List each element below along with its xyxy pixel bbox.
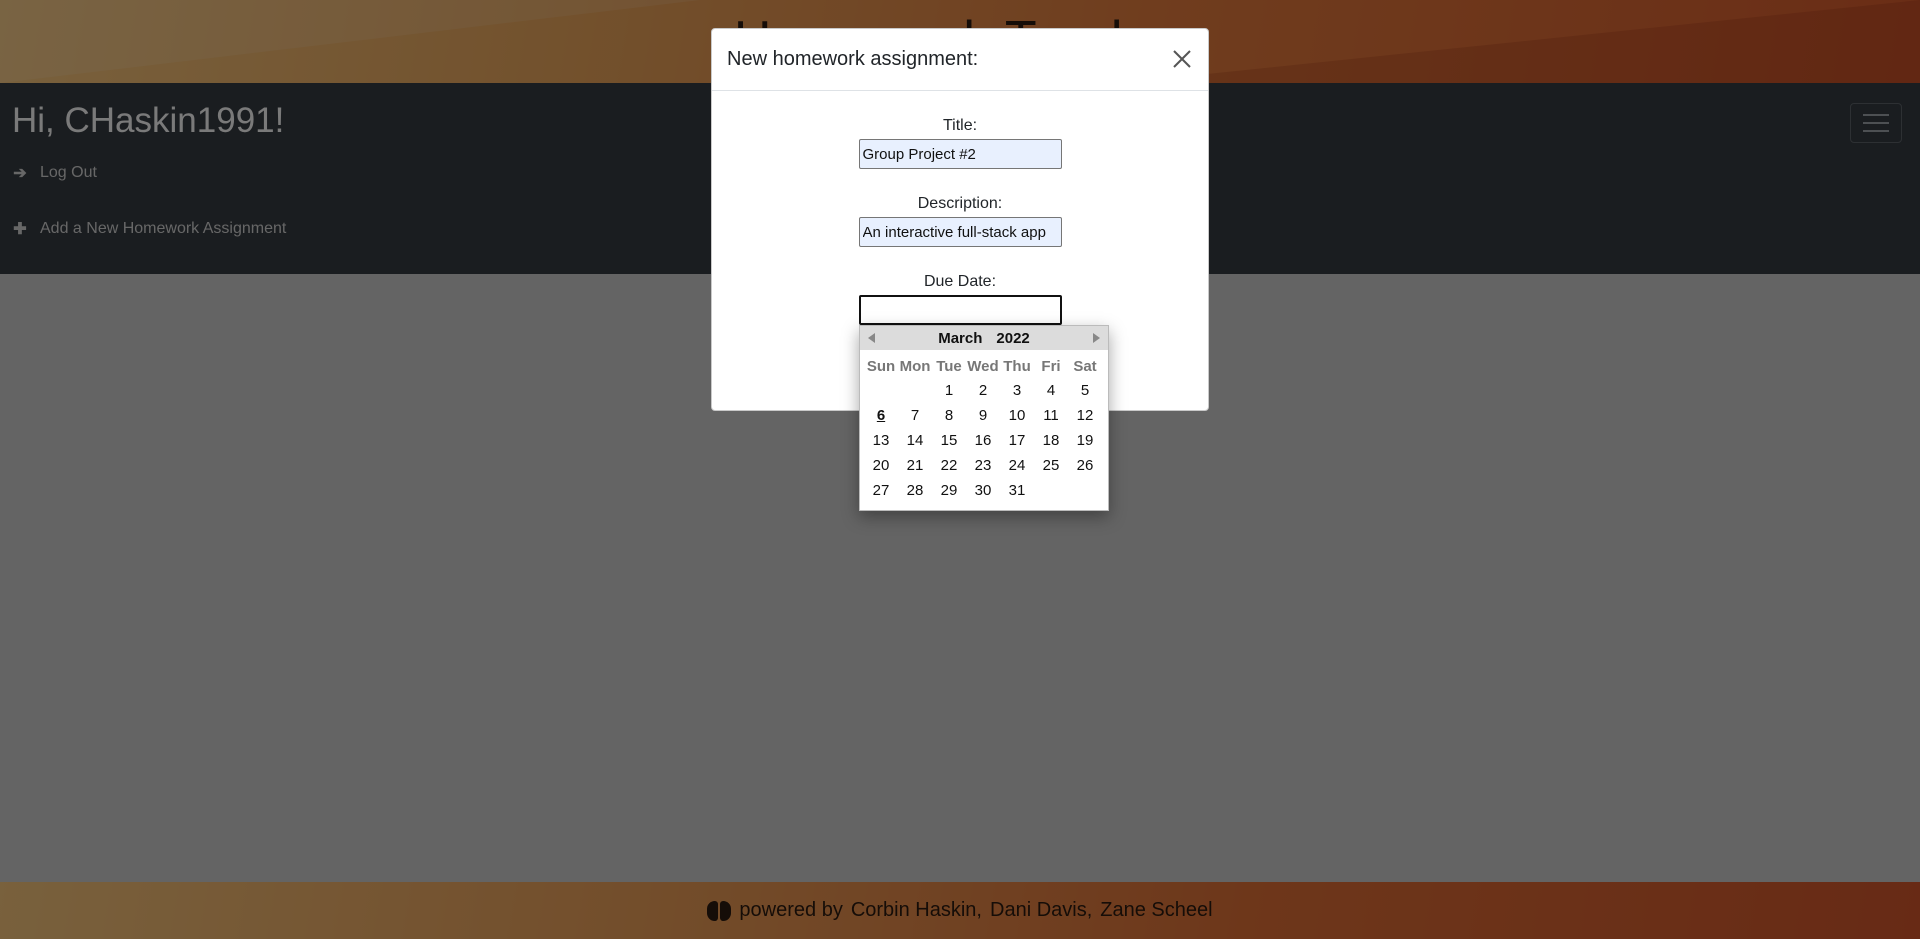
calendar-empty-cell <box>1034 478 1068 503</box>
weekday-row: Sun Mon Tue Wed Thu Fri Sat <box>864 354 1102 378</box>
weekday-label: Wed <box>967 357 999 375</box>
calendar-day[interactable]: 17 <box>1000 428 1034 453</box>
description-label: Description: <box>917 195 1003 212</box>
weekday-label: Thu <box>1003 357 1031 375</box>
calendar-day[interactable]: 21 <box>898 453 932 478</box>
description-group: Description: <box>712 195 1208 247</box>
calendar-empty-cell <box>864 378 898 403</box>
calendar-day[interactable]: 12 <box>1068 403 1102 428</box>
datepicker-title: March 2022 <box>938 330 1030 347</box>
modal-header: New homework assignment: <box>712 29 1208 91</box>
calendar-day[interactable]: 13 <box>864 428 898 453</box>
week-row: 20 21 22 23 24 25 26 <box>864 453 1102 478</box>
week-row: 13 14 15 16 17 18 19 <box>864 428 1102 453</box>
calendar-empty-cell <box>898 378 932 403</box>
weekday-label: Tue <box>936 357 962 375</box>
calendar-day[interactable]: 30 <box>966 478 1000 503</box>
weekday-label: Sun <box>866 357 896 375</box>
week-row: 27 28 29 30 31 <box>864 478 1102 503</box>
calendar-day[interactable]: 9 <box>966 403 1000 428</box>
week-row: 6 7 8 9 10 11 12 <box>864 403 1102 428</box>
calendar-day[interactable]: 4 <box>1034 378 1068 403</box>
prev-month-icon[interactable] <box>868 333 875 343</box>
close-button[interactable] <box>1168 45 1196 73</box>
calendar-day[interactable]: 15 <box>932 428 966 453</box>
calendar-day[interactable]: 23 <box>966 453 1000 478</box>
close-icon <box>1173 50 1191 68</box>
datepicker-header: March 2022 <box>860 326 1108 350</box>
calendar-day[interactable]: 5 <box>1068 378 1102 403</box>
calendar-day[interactable]: 19 <box>1068 428 1102 453</box>
weekday-label: Fri <box>1041 357 1061 375</box>
calendar-day[interactable]: 6 <box>864 403 898 428</box>
calendar-day[interactable]: 26 <box>1068 453 1102 478</box>
weekday-label: Mon <box>899 357 931 375</box>
calendar-day[interactable]: 10 <box>1000 403 1034 428</box>
calendar-day[interactable]: 20 <box>864 453 898 478</box>
calendar-day[interactable]: 2 <box>966 378 1000 403</box>
datepicker-year: 2022 <box>996 329 1030 347</box>
calendar-day[interactable]: 8 <box>932 403 966 428</box>
calendar-day[interactable]: 31 <box>1000 478 1034 503</box>
calendar-day[interactable]: 1 <box>932 378 966 403</box>
weekday-label: Sat <box>1073 357 1097 375</box>
calendar-day[interactable]: 7 <box>898 403 932 428</box>
description-input[interactable] <box>858 217 1062 247</box>
calendar-day[interactable]: 22 <box>932 453 966 478</box>
datepicker-month: March <box>938 329 983 347</box>
calendar-day[interactable]: 27 <box>864 478 898 503</box>
calendar-day[interactable]: 3 <box>1000 378 1034 403</box>
calendar-grid: Sun Mon Tue Wed Thu Fri Sat 1 2 3 4 5 6 7 8 9 10 1… <box>864 354 1102 503</box>
due-date-label: Due Date: <box>923 273 997 290</box>
next-month-icon[interactable] <box>1093 333 1100 343</box>
datepicker: March 2022 Sun Mon Tue Wed Thu Fri Sat 1… <box>859 325 1109 511</box>
calendar-empty-cell <box>1068 478 1102 503</box>
due-date-input[interactable] <box>858 295 1062 325</box>
calendar-day[interactable]: 24 <box>1000 453 1034 478</box>
title-input[interactable] <box>858 139 1062 169</box>
calendar-day[interactable]: 14 <box>898 428 932 453</box>
calendar-day[interactable]: 16 <box>966 428 1000 453</box>
calendar-day[interactable]: 29 <box>932 478 966 503</box>
week-row: 12345 <box>864 378 1102 403</box>
calendar-day[interactable]: 18 <box>1034 428 1068 453</box>
calendar-day[interactable]: 11 <box>1034 403 1068 428</box>
title-group: Title: <box>712 117 1208 169</box>
calendar-day[interactable]: 28 <box>898 478 932 503</box>
due-date-group: Due Date: <box>712 273 1208 325</box>
calendar-day[interactable]: 25 <box>1034 453 1068 478</box>
modal-title: New homework assignment: <box>727 48 979 70</box>
title-label: Title: <box>942 117 978 134</box>
